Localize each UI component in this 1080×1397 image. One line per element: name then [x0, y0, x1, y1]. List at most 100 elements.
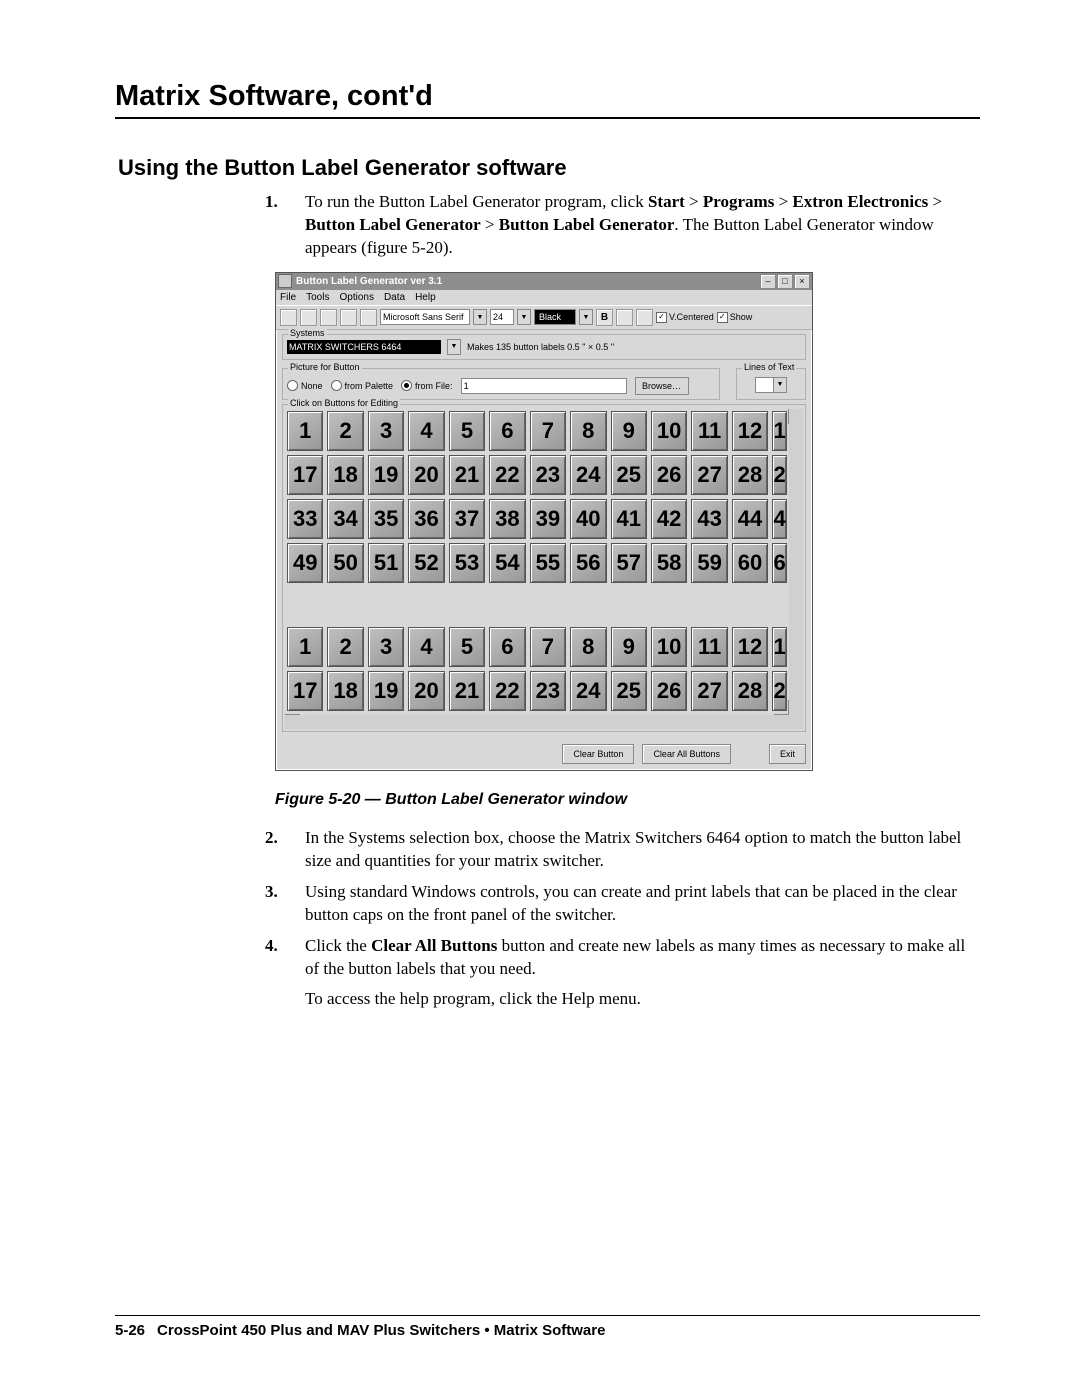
bold-button[interactable]: B	[596, 309, 613, 326]
label-button[interactable]: 7	[530, 627, 566, 667]
menu-tools[interactable]: Tools	[306, 292, 329, 303]
label-button[interactable]: 3	[368, 411, 404, 451]
scroll-up-icon[interactable]: ▲	[788, 409, 803, 424]
systems-select[interactable]: MATRIX SWITCHERS 6464	[287, 340, 441, 354]
label-button[interactable]: 57	[611, 543, 647, 583]
label-button[interactable]: 2	[327, 627, 363, 667]
font-select[interactable]: Microsoft Sans Serif	[380, 309, 470, 325]
label-button[interactable]: 25	[611, 455, 647, 495]
label-button[interactable]: 5	[449, 411, 485, 451]
label-button[interactable]: 9	[611, 411, 647, 451]
align-left-icon[interactable]	[616, 309, 633, 326]
label-button[interactable]: 22	[489, 671, 525, 711]
label-button[interactable]: 8	[570, 627, 606, 667]
open-icon[interactable]	[300, 309, 317, 326]
label-button[interactable]: 44	[732, 499, 768, 539]
label-button[interactable]: 3	[368, 627, 404, 667]
label-button[interactable]: 1	[772, 627, 787, 667]
new-icon[interactable]	[280, 309, 297, 326]
label-button[interactable]: 24	[570, 455, 606, 495]
label-button[interactable]: 7	[530, 411, 566, 451]
minimize-button[interactable]: ‒	[760, 274, 776, 289]
label-button[interactable]: 19	[368, 671, 404, 711]
save-icon[interactable]	[320, 309, 337, 326]
menu-options[interactable]: Options	[339, 292, 373, 303]
label-button[interactable]: 12	[732, 411, 768, 451]
exit-button[interactable]: Exit	[769, 744, 806, 764]
preview-icon[interactable]	[360, 309, 377, 326]
maximize-button[interactable]: □	[777, 274, 793, 289]
label-button[interactable]: 23	[530, 671, 566, 711]
label-button[interactable]: 4	[408, 411, 444, 451]
title-bar[interactable]: Button Label Generator ver 3.1 ‒ □ ×	[276, 273, 812, 290]
label-button[interactable]: 39	[530, 499, 566, 539]
label-button[interactable]: 55	[530, 543, 566, 583]
label-button[interactable]: 60	[732, 543, 768, 583]
label-button[interactable]: 2	[772, 671, 787, 711]
radio-palette[interactable]: from Palette	[331, 380, 394, 391]
label-button[interactable]: 18	[327, 455, 363, 495]
file-input[interactable]: 1	[461, 378, 627, 394]
label-button[interactable]: 24	[570, 671, 606, 711]
label-button[interactable]: 2	[327, 411, 363, 451]
label-button[interactable]: 17	[287, 671, 323, 711]
label-button[interactable]: 21	[449, 455, 485, 495]
label-button[interactable]: 8	[570, 411, 606, 451]
label-button[interactable]: 26	[651, 671, 687, 711]
label-button[interactable]: 1	[772, 411, 787, 451]
show-checkbox[interactable]: ✓Show	[717, 312, 753, 323]
font-dropdown-icon[interactable]: ▼	[473, 309, 487, 325]
label-button[interactable]: 12	[732, 627, 768, 667]
label-button[interactable]: 35	[368, 499, 404, 539]
label-button[interactable]: 37	[449, 499, 485, 539]
label-button[interactable]: 25	[611, 671, 647, 711]
scroll-left-icon[interactable]: ◄	[285, 714, 300, 729]
label-button[interactable]: 59	[691, 543, 727, 583]
label-button[interactable]: 5	[449, 627, 485, 667]
label-button[interactable]: 11	[691, 411, 727, 451]
label-button[interactable]: 17	[287, 455, 323, 495]
label-button[interactable]: 10	[651, 627, 687, 667]
radio-file[interactable]: from File:	[401, 380, 453, 391]
label-button[interactable]: 19	[368, 455, 404, 495]
label-button[interactable]: 40	[570, 499, 606, 539]
label-button[interactable]: 52	[408, 543, 444, 583]
label-button[interactable]: 27	[691, 455, 727, 495]
label-button[interactable]: 56	[570, 543, 606, 583]
size-dropdown-icon[interactable]: ▼	[517, 309, 531, 325]
print-icon[interactable]	[340, 309, 357, 326]
label-button[interactable]: 22	[489, 455, 525, 495]
label-button[interactable]: 4	[772, 499, 787, 539]
label-button[interactable]: 6	[489, 627, 525, 667]
label-button[interactable]: 9	[611, 627, 647, 667]
label-button[interactable]: 21	[449, 671, 485, 711]
color-dropdown-icon[interactable]: ▼	[579, 309, 593, 325]
browse-button[interactable]: Browse…	[635, 377, 689, 395]
clear-all-button[interactable]: Clear All Buttons	[642, 744, 731, 764]
label-button[interactable]: 18	[327, 671, 363, 711]
label-button[interactable]: 6	[772, 543, 787, 583]
vcentered-checkbox[interactable]: ✓V.Centered	[656, 312, 714, 323]
label-button[interactable]: 53	[449, 543, 485, 583]
color-select[interactable]: Black	[534, 309, 576, 325]
label-button[interactable]: 26	[651, 455, 687, 495]
label-button[interactable]: 4	[408, 627, 444, 667]
systems-dropdown-icon[interactable]: ▼	[447, 339, 461, 355]
label-button[interactable]: 50	[327, 543, 363, 583]
menu-help[interactable]: Help	[415, 292, 436, 303]
label-button[interactable]: 36	[408, 499, 444, 539]
size-select[interactable]: 24	[490, 309, 514, 325]
radio-none[interactable]: None	[287, 380, 323, 391]
label-button[interactable]: 28	[732, 455, 768, 495]
label-button[interactable]: 20	[408, 671, 444, 711]
menu-data[interactable]: Data	[384, 292, 405, 303]
label-button[interactable]: 43	[691, 499, 727, 539]
label-button[interactable]: 54	[489, 543, 525, 583]
clear-button[interactable]: Clear Button	[562, 744, 634, 764]
label-button[interactable]: 6	[489, 411, 525, 451]
label-button[interactable]: 34	[327, 499, 363, 539]
label-button[interactable]: 23	[530, 455, 566, 495]
label-button[interactable]: 41	[611, 499, 647, 539]
label-button[interactable]: 27	[691, 671, 727, 711]
lines-select[interactable]: ▼	[755, 377, 787, 393]
